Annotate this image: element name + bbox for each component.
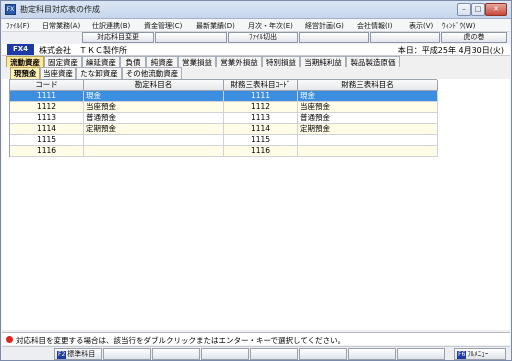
cell-account: 普通預金 (84, 113, 224, 124)
cell-fs-account (298, 135, 438, 146)
menu-window[interactable]: ｳｨﾝﾄﾞｳ(W) (442, 21, 475, 31)
menu-file[interactable]: ﾌｧｲﾙ(F) (6, 21, 30, 31)
cell-code: 1115 (10, 135, 84, 146)
company-name: 株式会社 ＴＫＣ製作所 (39, 46, 127, 55)
menu-company[interactable]: 会社情報(I) (357, 21, 393, 31)
table-row[interactable]: 1115 1115 (10, 135, 438, 146)
table-row[interactable]: 1116 1116 (10, 146, 438, 157)
empty-toolbar-button-3[interactable] (370, 32, 440, 43)
cell-account: 定期預金 (84, 124, 224, 135)
f9-key-button[interactable] (348, 348, 396, 360)
change-mapping-button[interactable]: 対応科目変更 (82, 32, 154, 43)
f4-key-button[interactable] (152, 348, 200, 360)
function-key-bar: F2 標準科目 F6 ﾌﾙﾒﾆｭｰ (2, 346, 510, 360)
menu-journal[interactable]: 仕訳連携(B) (92, 21, 130, 31)
cell-code: 1113 (10, 113, 84, 124)
table-row[interactable]: 1112 当座預金 1112 当座預金 (10, 102, 438, 113)
header-fs-code: 財務三表科目ｺｰﾄﾞ (224, 80, 298, 91)
menu-latest[interactable]: 最新業績(D) (196, 21, 235, 31)
title-bar: FX 勘定科目対応表の作成 – □ ✕ (1, 1, 511, 19)
empty-toolbar-button-2[interactable] (299, 32, 369, 43)
f8-key-button[interactable] (299, 348, 347, 360)
table-row[interactable]: 1111 現金 1111 現金 (10, 91, 438, 102)
tab-inventories[interactable]: たな卸資産 (76, 67, 122, 79)
f10-key-button[interactable] (397, 348, 445, 360)
menu-bar: ﾌｧｲﾙ(F) 日常業務(A) 仕訳連携(B) 資金管理(C) 最新業績(D) … (2, 19, 510, 32)
menu-view[interactable]: 表示(V) (409, 21, 433, 31)
cell-fs-account: 当座預金 (298, 102, 438, 113)
window-title: 勘定科目対応表の作成 (20, 5, 100, 14)
cell-code: 1112 (10, 102, 84, 113)
header-account: 勘定科目名 (84, 80, 224, 91)
menu-plan[interactable]: 経営計画(G) (305, 21, 344, 31)
f7-key-button[interactable] (250, 348, 298, 360)
cell-fs-account (298, 146, 438, 157)
table-header: コード 勘定科目名 財務三表科目ｺｰﾄﾞ 財務三表科目名 (10, 80, 438, 91)
tab-quick-assets[interactable]: 当座資産 (40, 67, 76, 79)
app-window: FX 勘定科目対応表の作成 – □ ✕ ﾌｧｲﾙ(F) 日常業務(A) 仕訳連携… (0, 0, 512, 361)
toolbar: 対応科目変更 ﾌｧｲﾙ切出 虎の巻 (2, 32, 510, 44)
status-bar: 対応科目を変更する場合は、該当行をダブルクリックまたはエンター・キーで選択してく… (2, 332, 510, 345)
tab-other-current-assets[interactable]: その他流動資産 (122, 67, 182, 79)
cell-code: 1111 (10, 91, 84, 102)
minimize-button[interactable]: – (457, 3, 471, 16)
menu-daily[interactable]: 日常業務(A) (42, 21, 80, 31)
company-row: FX4 株式会社 ＴＫＣ製作所 本日：平成25年 4月30日(火) (2, 44, 510, 56)
menu-monthly[interactable]: 月次・年次(E) (248, 21, 293, 31)
cell-fs-code: 1115 (224, 135, 298, 146)
f3-key-button[interactable] (103, 348, 151, 360)
table-row[interactable]: 1114 定期預金 1114 定期預金 (10, 124, 438, 135)
account-mapping-table: コード 勘定科目名 財務三表科目ｺｰﾄﾞ 財務三表科目名 1111 現金 111… (9, 79, 438, 157)
cell-fs-code: 1113 (224, 113, 298, 124)
app-icon: FX (5, 4, 16, 15)
empty-toolbar-button-1[interactable] (155, 32, 227, 43)
f2-standard-accounts-button[interactable]: F2 標準科目 (54, 348, 102, 360)
close-button[interactable]: ✕ (485, 3, 507, 16)
cell-account: 現金 (84, 91, 224, 102)
cell-fs-account: 普通預金 (298, 113, 438, 124)
help-button[interactable]: 虎の巻 (441, 32, 507, 43)
f5-key-button[interactable] (201, 348, 249, 360)
cell-account: 当座預金 (84, 102, 224, 113)
tab-cash-deposits[interactable]: 現預金 (10, 67, 40, 79)
cell-account (84, 146, 224, 157)
cell-code: 1114 (10, 124, 84, 135)
cell-fs-code: 1116 (224, 146, 298, 157)
today-date: 本日：平成25年 4月30日(火) (397, 46, 504, 55)
f2-label: 標準科目 (67, 350, 96, 358)
cell-fs-account: 定期預金 (298, 124, 438, 135)
cell-fs-account: 現金 (298, 91, 438, 102)
cell-fs-code: 1114 (224, 124, 298, 135)
f6-label: ﾌﾙﾒﾆｭｰ (467, 350, 489, 358)
maximize-button[interactable]: □ (471, 3, 485, 16)
cell-code: 1116 (10, 146, 84, 157)
menu-funds[interactable]: 資金管理(C) (144, 21, 182, 31)
window-controls: – □ ✕ (457, 3, 507, 16)
header-fs-account: 財務三表科目名 (298, 80, 438, 91)
product-badge: FX4 (7, 44, 34, 55)
alert-dot-icon (6, 336, 13, 343)
header-code: コード (10, 80, 84, 91)
cell-fs-code: 1111 (224, 91, 298, 102)
status-message: 対応科目を変更する場合は、該当行をダブルクリックまたはエンター・キーで選択してく… (16, 336, 346, 345)
cell-account (84, 135, 224, 146)
f6-full-menu-button[interactable]: F6 ﾌﾙﾒﾆｭｰ (454, 348, 506, 360)
f6-key-badge: F6 (457, 351, 467, 359)
sub-tab-bar: 現預金 当座資産 たな卸資産 その他流動資産 (2, 67, 510, 79)
file-switch-button[interactable]: ﾌｧｲﾙ切出 (228, 32, 298, 43)
cell-fs-code: 1112 (224, 102, 298, 113)
table-row[interactable]: 1113 普通預金 1113 普通預金 (10, 113, 438, 124)
f2-key-badge: F2 (57, 351, 67, 359)
